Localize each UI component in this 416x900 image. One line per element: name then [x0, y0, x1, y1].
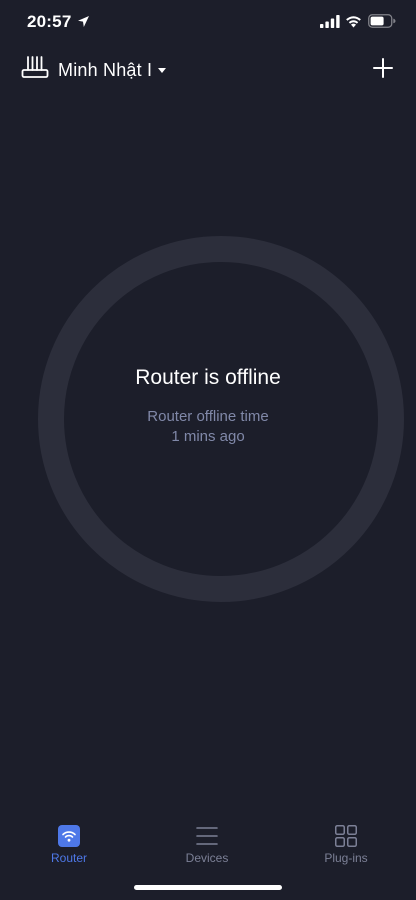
grid-icon	[335, 825, 357, 847]
tab-devices[interactable]: Devices	[147, 818, 267, 870]
caret-down-icon	[158, 67, 167, 73]
router-wifi-icon	[58, 825, 80, 847]
status-bar: 20:57	[0, 0, 416, 44]
tab-router[interactable]: Router	[9, 818, 129, 870]
router-name-selector[interactable]: Minh Nhật I	[58, 56, 167, 84]
offline-time-value: 1 mins ago	[171, 428, 245, 445]
tab-label: Router	[50, 851, 88, 865]
tab-label: Devices	[185, 851, 229, 865]
list-icon	[196, 827, 218, 845]
location-arrow-icon	[78, 16, 89, 27]
offline-time-label: Router offline time	[147, 408, 269, 425]
battery-icon	[368, 14, 396, 28]
add-router-button[interactable]	[371, 56, 395, 80]
tab-bar: Router Devices Plug-ins	[0, 818, 416, 874]
router-name: Minh Nhật I	[58, 59, 153, 80]
home-indicator[interactable]	[134, 885, 282, 890]
tab-plugins[interactable]: Plug-ins	[286, 818, 406, 870]
app-screen: 20:57 Minh Nhật I Router is offline Rout…	[0, 0, 416, 900]
status-time: 20:57	[27, 12, 72, 31]
header: Minh Nhật I	[0, 50, 416, 90]
router-icon	[21, 56, 49, 78]
cellular-signal-icon	[320, 15, 340, 28]
router-status-title: Router is offline	[135, 366, 281, 389]
tab-label: Plug-ins	[324, 851, 368, 865]
wifi-icon	[346, 16, 361, 28]
